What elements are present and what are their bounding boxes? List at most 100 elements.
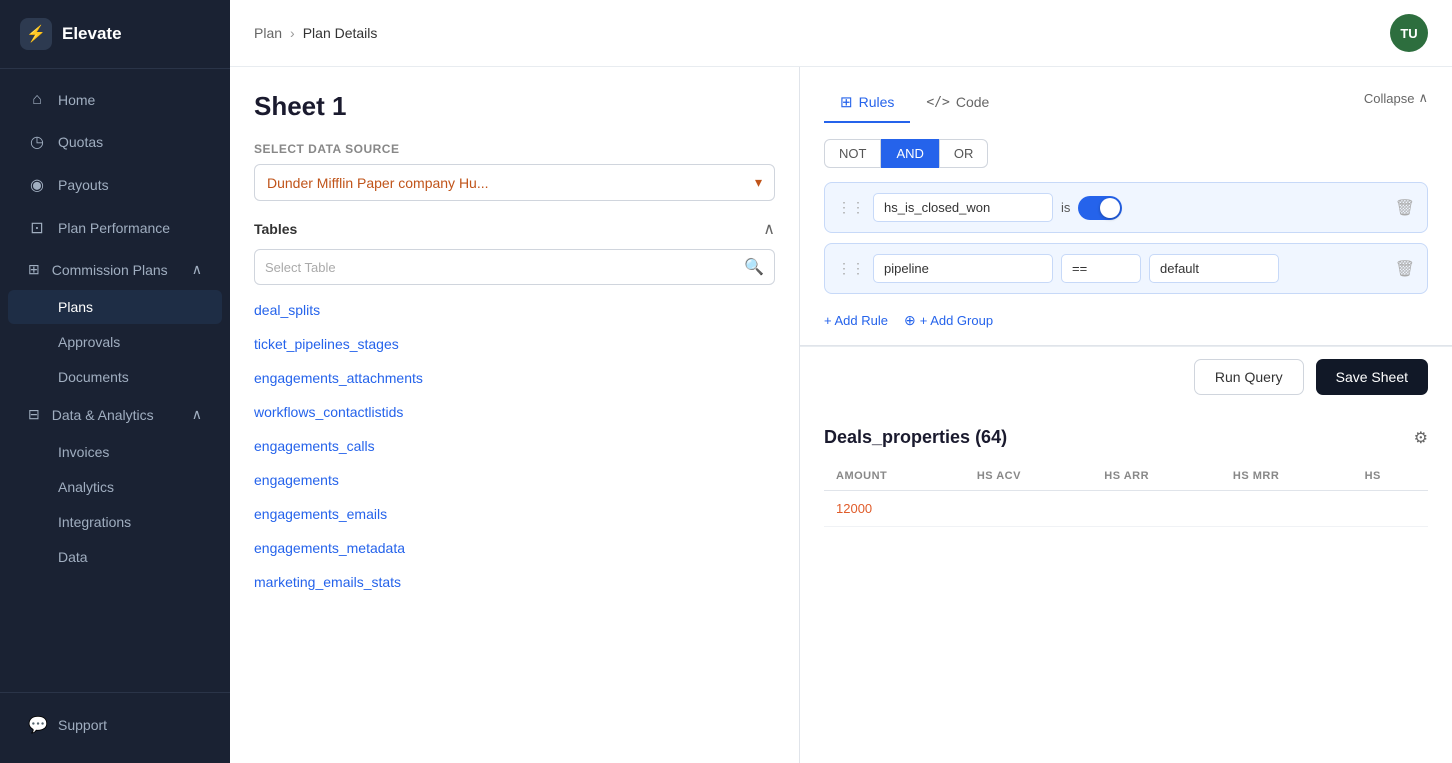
table-search-box: 🔍 [254, 249, 775, 285]
rule-toggle-1[interactable] [1078, 196, 1122, 220]
payouts-icon: ◉ [28, 175, 46, 195]
sidebar-item-documents[interactable]: Documents [8, 360, 222, 394]
right-panel: ⊞ Rules </> Code Collapse ∧ [800, 67, 1452, 763]
rule-field-select-1[interactable]: hs_is_closed_won [873, 193, 1053, 222]
add-group-icon: ⊕ [904, 312, 916, 329]
table-search-input[interactable] [265, 260, 736, 275]
tables-header: Tables ∧ [254, 219, 799, 239]
drag-handle-icon[interactable]: ⋮⋮ [837, 199, 865, 216]
save-sheet-button[interactable]: Save Sheet [1316, 359, 1428, 395]
toggle-knob [1100, 198, 1120, 218]
chevron-down-icon: ▾ [755, 174, 762, 191]
datasource-select[interactable]: Dunder Mifflin Paper company Hu... ▾ [254, 164, 775, 201]
sidebar-item-data[interactable]: Data [8, 540, 222, 574]
settings-icon[interactable]: ⚙ [1414, 428, 1428, 448]
collapse-label: Collapse [1364, 91, 1415, 106]
search-icon: 🔍 [744, 257, 764, 277]
table-item[interactable]: engagements_attachments [254, 361, 799, 395]
condition-buttons: NOT AND OR [824, 139, 1428, 168]
topbar: Plan › Plan Details TU [230, 0, 1452, 67]
col-hs: HS [1353, 462, 1428, 491]
add-actions: + Add Rule ⊕ + Add Group [824, 304, 1428, 345]
code-tab-icon: </> [926, 95, 949, 110]
sidebar-item-plans[interactable]: Plans [8, 290, 222, 324]
collapse-tables-icon[interactable]: ∧ [763, 219, 775, 239]
logo-icon: ⚡ [20, 18, 52, 50]
col-amount: AMOUNT [824, 462, 965, 491]
table-item[interactable]: marketing_emails_stats [254, 565, 799, 599]
tab-code[interactable]: </> Code [910, 83, 1005, 123]
table-item[interactable]: deal_splits [254, 293, 799, 327]
results-header: Deals_properties (64) ⚙ [824, 427, 1428, 448]
sidebar-item-payouts[interactable]: ◉ Payouts [8, 164, 222, 206]
sheet-title: Sheet 1 [254, 91, 799, 122]
breadcrumb-separator: › [290, 25, 295, 41]
datasource-label: Select Data Source [254, 142, 799, 156]
col-hs-arr: HS ARR [1092, 462, 1221, 491]
results-section: Deals_properties (64) ⚙ AMOUNT HS ACV HS… [800, 411, 1452, 763]
sidebar-section-data-analytics[interactable]: ⊟ Data & Analytics ∧ [8, 395, 222, 434]
run-query-button[interactable]: Run Query [1194, 359, 1304, 395]
rule-operator-label-1: is [1061, 200, 1070, 215]
rules-area: NOT AND OR ⋮⋮ hs_is_closed_won is [824, 123, 1428, 345]
app-name: Elevate [62, 24, 122, 44]
results-table-head: AMOUNT HS ACV HS ARR HS MRR HS [824, 462, 1428, 491]
breadcrumb: Plan › Plan Details [254, 25, 377, 41]
tables-list: deal_splits ticket_pipelines_stages enga… [254, 293, 799, 763]
home-icon: ⌂ [28, 91, 46, 109]
sidebar-item-label: Home [58, 92, 95, 108]
table-item[interactable]: engagements [254, 463, 799, 497]
tab-rules-label: Rules [859, 94, 895, 110]
tab-code-label: Code [956, 94, 989, 110]
add-group-link[interactable]: ⊕ + Add Group [904, 312, 993, 329]
sidebar-item-plan-performance[interactable]: ⊡ Plan Performance [8, 207, 222, 249]
table-item[interactable]: workflows_contactlistids [254, 395, 799, 429]
table-item[interactable]: engagements_metadata [254, 531, 799, 565]
sidebar-section-commission-plans[interactable]: ⊞ Commission Plans ∧ [8, 250, 222, 289]
cell-hs-arr [1092, 491, 1221, 527]
collapse-button[interactable]: Collapse ∧ [1364, 90, 1428, 116]
support-label: Support [58, 717, 107, 733]
avatar[interactable]: TU [1390, 14, 1428, 52]
rule-operator-select-2[interactable]: == [1061, 254, 1141, 283]
sidebar-item-integrations[interactable]: Integrations [8, 505, 222, 539]
sidebar-item-approvals[interactable]: Approvals [8, 325, 222, 359]
table-item[interactable]: engagements_emails [254, 497, 799, 531]
sidebar-item-support[interactable]: 💬 Support [8, 704, 222, 746]
rules-tab-icon: ⊞ [840, 93, 853, 111]
col-hs-acv: HS ACV [965, 462, 1092, 491]
sidebar-item-quotas[interactable]: ◷ Quotas [8, 121, 222, 163]
condition-not[interactable]: NOT [824, 139, 881, 168]
chevron-up-icon: ∧ [192, 406, 202, 423]
delete-rule-1-button[interactable]: 🗑 [1395, 198, 1415, 218]
data-analytics-icon: ⊟ [28, 406, 40, 423]
sidebar-item-analytics[interactable]: Analytics [8, 470, 222, 504]
query-section: ⊞ Rules </> Code Collapse ∧ [800, 67, 1452, 346]
rule-field-select-2[interactable]: pipeline [873, 254, 1053, 283]
rule-row-1: ⋮⋮ hs_is_closed_won is 🗑 [824, 182, 1428, 233]
tabs-bar: ⊞ Rules </> Code Collapse ∧ [824, 83, 1428, 123]
sidebar-bottom: 💬 Support [0, 692, 230, 763]
condition-or[interactable]: OR [939, 139, 989, 168]
sidebar-nav: ⌂ Home ◷ Quotas ◉ Payouts ⊡ Plan Perform… [0, 69, 230, 692]
support-icon: 💬 [28, 715, 46, 735]
sidebar-item-label: Quotas [58, 134, 103, 150]
condition-and[interactable]: AND [881, 139, 938, 168]
add-rule-link[interactable]: + Add Rule [824, 312, 888, 329]
cell-hs-mrr [1221, 491, 1353, 527]
app-logo[interactable]: ⚡ Elevate [0, 0, 230, 69]
action-row: Run Query Save Sheet [800, 346, 1452, 411]
breadcrumb-parent[interactable]: Plan [254, 25, 282, 41]
table-row: 12000 [824, 491, 1428, 527]
tab-rules[interactable]: ⊞ Rules [824, 83, 910, 123]
sidebar-item-invoices[interactable]: Invoices [8, 435, 222, 469]
cell-hs [1353, 491, 1428, 527]
sidebar-item-home[interactable]: ⌂ Home [8, 80, 222, 120]
rule-value-input-2[interactable] [1149, 254, 1279, 283]
delete-rule-2-button[interactable]: 🗑 [1395, 259, 1415, 279]
toggle-switch[interactable] [1078, 196, 1122, 220]
chevron-up-icon: ∧ [192, 261, 202, 278]
table-item[interactable]: ticket_pipelines_stages [254, 327, 799, 361]
drag-handle-icon[interactable]: ⋮⋮ [837, 260, 865, 277]
table-item[interactable]: engagements_calls [254, 429, 799, 463]
